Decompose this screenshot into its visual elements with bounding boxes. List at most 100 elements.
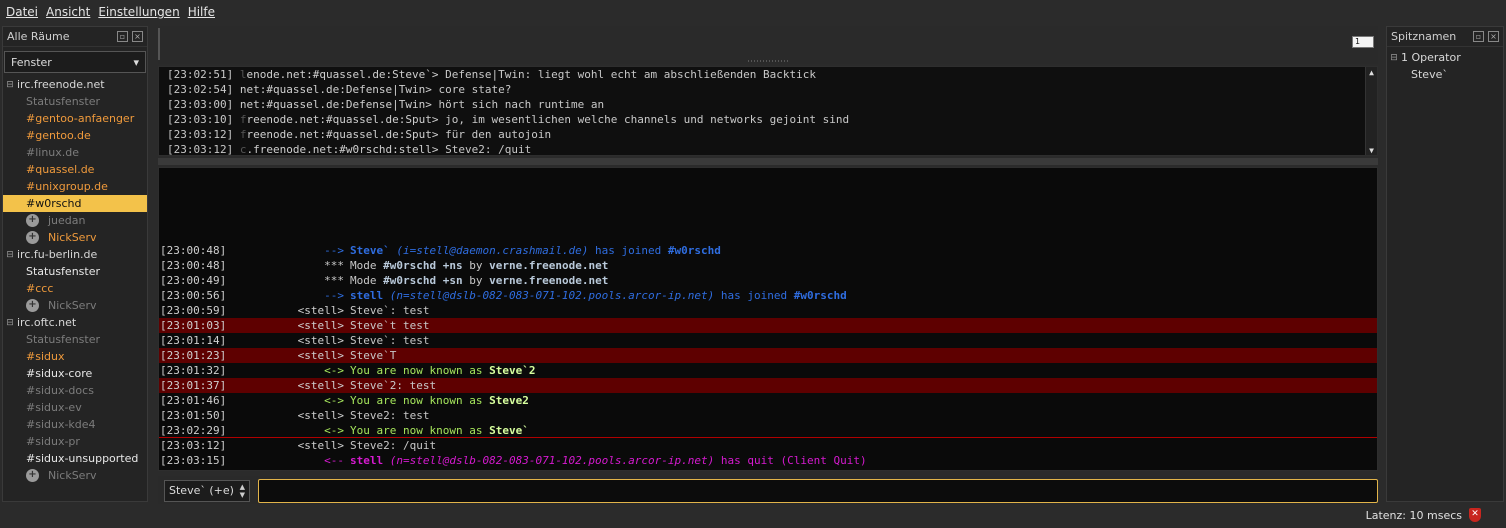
channel-item[interactable]: #sidux-docs [3, 382, 147, 399]
collapse-icon[interactable]: ⊟ [1389, 53, 1399, 63]
channel-item[interactable]: #sidux [3, 348, 147, 365]
query-label: juedan [48, 214, 86, 227]
scroll-down-icon[interactable]: ▼ [1366, 145, 1377, 155]
message-part: has joined [714, 289, 794, 302]
chat-monitor-scrollbar[interactable]: ▲ ▼ [1365, 67, 1377, 155]
collapse-icon[interactable]: ⊟ [5, 318, 15, 328]
close-icon[interactable]: × [1488, 31, 1499, 42]
menu-hilfe[interactable]: Hilfe [188, 5, 215, 19]
sender: <stell> [297, 409, 344, 422]
message-text: jo, im wesentlichen welche channels und … [438, 113, 850, 126]
latency-label: Latenz: 10 msecs [1365, 509, 1462, 522]
timestamp: [23:01:32] [160, 364, 227, 377]
message-part: Steve` [350, 244, 390, 257]
channel-label: Statusfenster [26, 333, 100, 346]
query-item[interactable]: + NickServ [3, 229, 147, 246]
rooms-tree: ⊟ irc.freenode.net Statusfenster #gentoo-an… [3, 76, 147, 484]
view-filter-select[interactable]: Fenster ▾ [4, 51, 146, 73]
splitter-handle[interactable] [748, 60, 788, 62]
status-bar [0, 504, 1506, 528]
channel-item[interactable]: Statusfenster [3, 331, 147, 348]
channel-item[interactable]: #linux.de [3, 144, 147, 161]
message-part: by [462, 259, 490, 272]
channel-item[interactable]: Statusfenster [3, 263, 147, 280]
network-item[interactable]: ⊟ irc.freenode.net [3, 76, 147, 93]
scroll-up-icon[interactable]: ▲ [1366, 67, 1377, 79]
sender: *** [324, 274, 344, 287]
channel-item[interactable]: #unixgroup.de [3, 178, 147, 195]
channel-label: #ccc [26, 282, 54, 295]
message-text: Defense|Twin: liegt wohl echt am abschli… [438, 68, 817, 81]
channel-item[interactable]: #sidux-core [3, 365, 147, 382]
message-part [383, 289, 390, 302]
channel-item[interactable]: #gentoo.de [3, 127, 147, 144]
channel-item[interactable]: #sidux-pr [3, 433, 147, 450]
menu-datei[interactable]: Datei [6, 5, 38, 19]
message-part: Mode [350, 274, 384, 287]
channel-label: #gentoo-anfaenger [26, 112, 135, 125]
message-row: [23:00:48] *** Mode #w0rschd +ns by verne.… [159, 258, 1377, 273]
query-icon: + [26, 231, 39, 244]
collapse-icon[interactable]: ⊟ [5, 250, 15, 260]
channel-item[interactable]: #quassel.de [3, 161, 147, 178]
nick-item[interactable]: Steve` [1387, 66, 1503, 83]
sender: <stell> [297, 319, 344, 332]
network-item[interactable]: ⊟ irc.oftc.net [3, 314, 147, 331]
menu-einstellungen[interactable]: Einstellungen [98, 5, 179, 19]
channel-label: Statusfenster [26, 95, 100, 108]
topic-indicator[interactable]: 1 [1352, 36, 1374, 48]
channel-label: Statusfenster [26, 265, 100, 278]
buffer-name: reenode.net:#quassel.de:Sput> [246, 128, 439, 141]
timestamp: [23:00:59] [160, 304, 227, 317]
channel-item[interactable]: #ccc [3, 280, 147, 297]
chat-view[interactable]: [23:00:48] --> Steve` (i=stell@daemon.cras… [158, 167, 1378, 471]
timestamp: [23:02:29] [160, 424, 227, 437]
query-icon: + [26, 469, 39, 482]
channel-item[interactable]: #sidux-unsupported [3, 450, 147, 467]
sender: --> [324, 244, 344, 257]
network-item[interactable]: ⊟ irc.fu-berlin.de [3, 246, 147, 263]
float-icon[interactable]: ▫ [117, 31, 128, 42]
message-part: has joined [588, 244, 668, 257]
message-row: [23:01:03] <stell> Steve`t test [159, 318, 1377, 333]
channel-label: #gentoo.de [26, 129, 91, 142]
rooms-dock-header: Alle Räume ▫ × [3, 27, 147, 47]
channel-label: #sidux [26, 350, 65, 363]
network-label: irc.fu-berlin.de [17, 248, 98, 261]
float-icon[interactable]: ▫ [1473, 31, 1484, 42]
message-row: [23:03:15] <-- stell (n=stell@dslb-082-083… [159, 453, 1377, 468]
nick-group-operator[interactable]: ⊟ 1 Operator [1387, 49, 1503, 66]
close-icon[interactable]: × [132, 31, 143, 42]
menu-ansicht[interactable]: Ansicht [46, 5, 90, 19]
scroll-track[interactable] [1366, 79, 1377, 145]
sender: <stell> [297, 304, 344, 317]
message-text: core state? [431, 83, 512, 96]
timestamp: [23:03:10] [167, 113, 234, 126]
collapse-icon[interactable]: ⊟ [5, 80, 15, 90]
sender: <-> [324, 424, 344, 437]
message-row: [23:00:48] --> Steve` (i=stell@daemon.cras… [159, 243, 1377, 258]
message-part: #w0rschd [667, 244, 721, 257]
channel-item[interactable]: #gentoo-anfaenger [3, 110, 147, 127]
nick-group-label: 1 Operator [1401, 51, 1461, 64]
query-item[interactable]: + NickServ [3, 297, 147, 314]
toolbar-handle[interactable] [158, 28, 160, 60]
chat-monitor[interactable]: [23:02:51] lenode.net:#quassel.de:Steve`… [158, 66, 1378, 156]
query-item[interactable]: + NickServ [3, 467, 147, 484]
query-icon: + [26, 214, 39, 227]
query-item[interactable]: + juedan [3, 212, 147, 229]
topic-bar [158, 26, 1378, 64]
channel-item[interactable]: #sidux-kde4 [3, 416, 147, 433]
monitor-splitter[interactable] [158, 158, 1378, 165]
message-part: stell [350, 289, 384, 302]
nick-selector[interactable]: Steve` (+e) ▲ ▼ [164, 480, 250, 502]
message-part: You are now known as [350, 364, 490, 377]
channel-item[interactable]: #w0rschd [3, 195, 147, 212]
message-input[interactable] [258, 479, 1378, 503]
network-label: irc.freenode.net [17, 78, 105, 91]
channel-item[interactable]: #sidux-ev [3, 399, 147, 416]
channel-item[interactable]: Statusfenster [3, 93, 147, 110]
channel-label: #sidux-pr [26, 435, 80, 448]
timestamp: [23:03:15] [160, 454, 227, 467]
